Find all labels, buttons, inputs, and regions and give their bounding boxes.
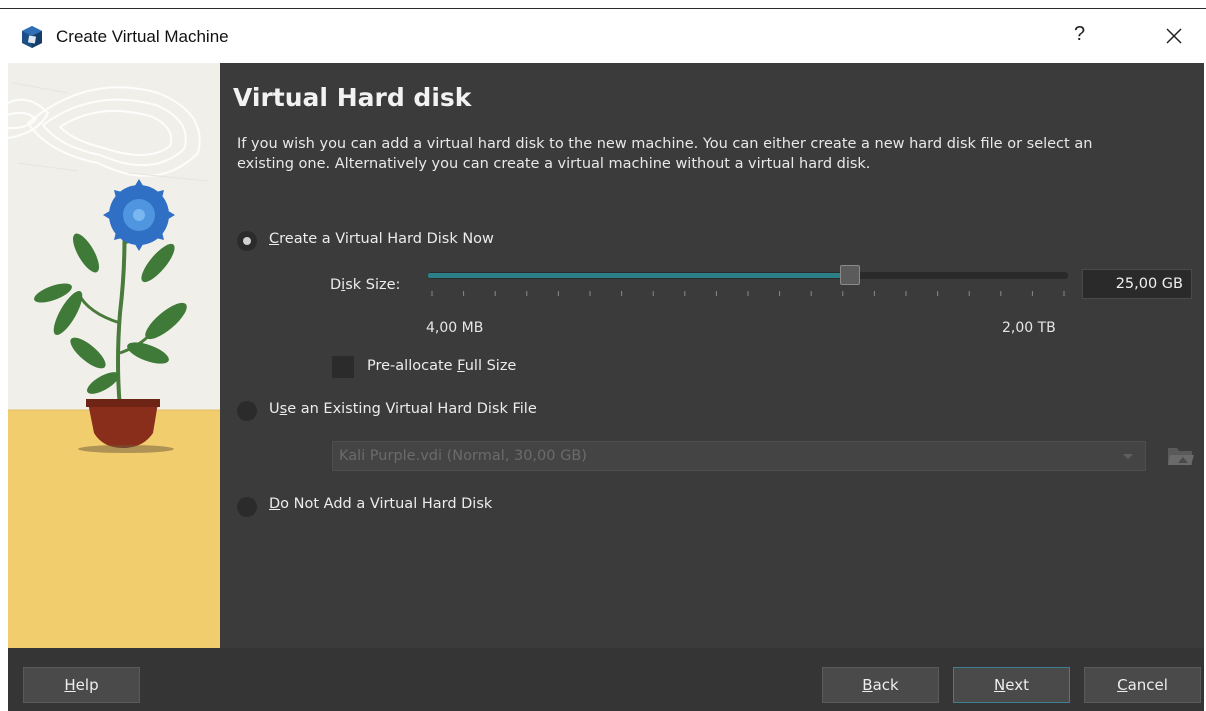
disk-size-max-label: 2,00 TB bbox=[1002, 320, 1056, 336]
disk-size-input[interactable]: 25,00 GB bbox=[1082, 269, 1192, 299]
radio-do-not-add[interactable] bbox=[237, 497, 257, 517]
radio-create-now[interactable] bbox=[237, 231, 257, 251]
disk-size-slider[interactable] bbox=[428, 262, 1078, 302]
slider-fill bbox=[428, 273, 851, 278]
radio-do-not-add-label[interactable]: Do Not Add a Virtual Hard Disk bbox=[269, 496, 492, 512]
window-title: Create Virtual Machine bbox=[56, 27, 229, 46]
wizard-content: Virtual Hard disk If you wish you can ad… bbox=[220, 63, 1204, 648]
preallocate-label[interactable]: Pre-allocate Full Size bbox=[367, 358, 516, 374]
next-button[interactable]: Next bbox=[953, 667, 1070, 703]
wizard-dialog: Virtual Hard disk If you wish you can ad… bbox=[8, 63, 1204, 711]
slider-handle[interactable] bbox=[840, 265, 861, 285]
virtualbox-icon bbox=[22, 26, 42, 48]
radio-create-now-label[interactable]: Create a Virtual Hard Disk Now bbox=[269, 231, 494, 247]
close-icon[interactable] bbox=[1163, 25, 1185, 47]
chevron-down-icon bbox=[1123, 454, 1133, 459]
cancel-button[interactable]: Cancel bbox=[1084, 667, 1201, 703]
help-question-button[interactable]: ? bbox=[1074, 23, 1085, 46]
radio-use-existing[interactable] bbox=[237, 401, 257, 421]
existing-disk-value: Kali Purple.vdi (Normal, 30,00 GB) bbox=[339, 448, 587, 464]
back-button[interactable]: Back bbox=[822, 667, 939, 703]
preallocate-checkbox[interactable] bbox=[332, 356, 354, 378]
existing-disk-select[interactable]: Kali Purple.vdi (Normal, 30,00 GB) bbox=[332, 441, 1146, 471]
wizard-artwork bbox=[8, 63, 220, 648]
radio-use-existing-label[interactable]: Use an Existing Virtual Hard Disk File bbox=[269, 401, 537, 417]
title-bar: Create Virtual Machine ? bbox=[0, 9, 1206, 63]
disk-size-min-label: 4,00 MB bbox=[426, 320, 484, 336]
page-title: Virtual Hard disk bbox=[233, 83, 472, 112]
help-button[interactable]: Help bbox=[23, 667, 140, 703]
slider-ticks bbox=[431, 291, 1065, 296]
page-description: If you wish you can add a virtual hard d… bbox=[237, 136, 1093, 172]
button-bar: Help Back Next Cancel bbox=[8, 648, 1204, 711]
folder-open-icon[interactable] bbox=[1164, 438, 1198, 472]
disk-size-label: Disk Size: bbox=[330, 277, 401, 293]
